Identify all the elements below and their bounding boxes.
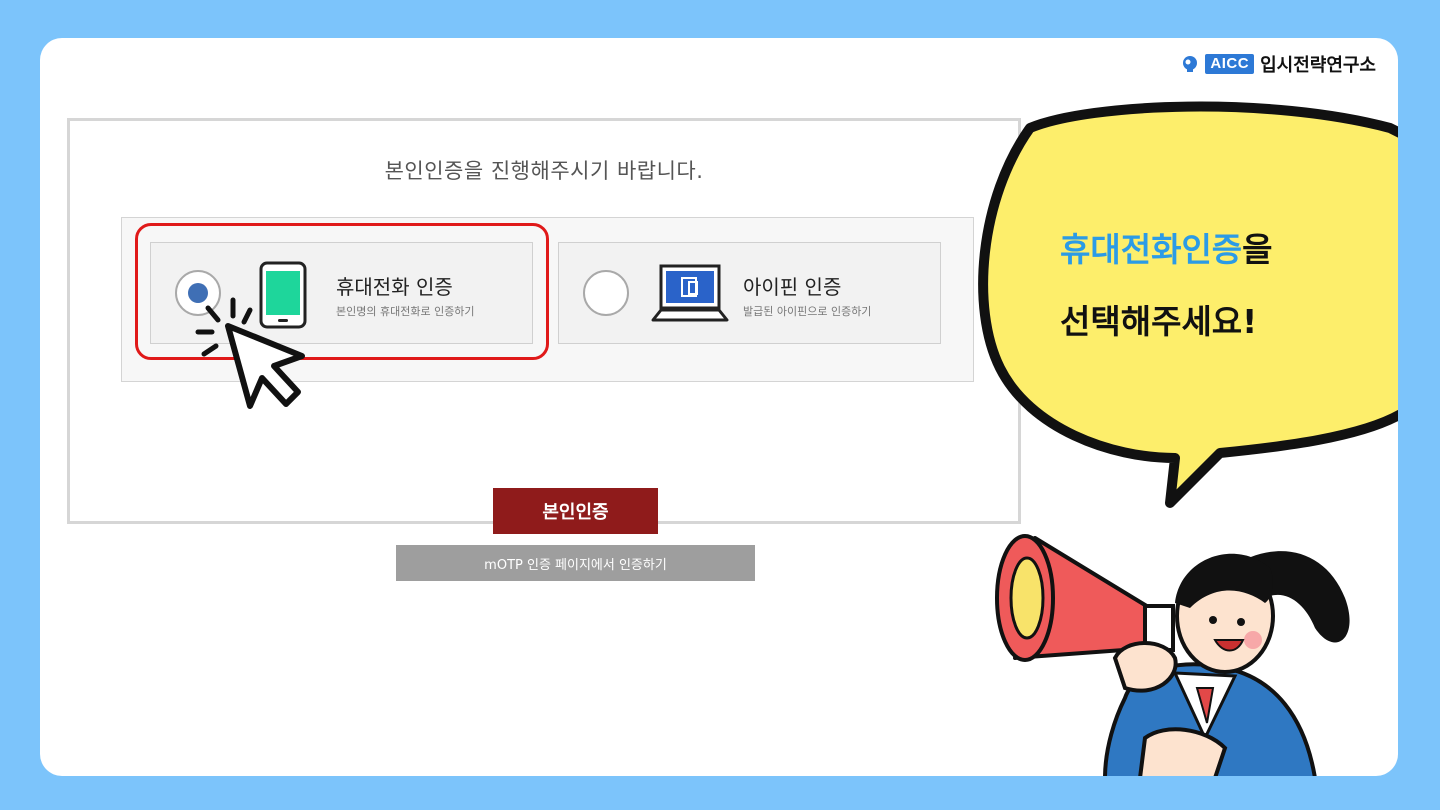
callout-text: 휴대전화인증을 선택해주세요! bbox=[1060, 214, 1390, 358]
brand-badge: AICC bbox=[1205, 54, 1255, 74]
ipin-auth-option[interactable]: 아이핀 인증 발급된 아이핀으로 인증하기 bbox=[558, 242, 941, 344]
content-card: AICC 입시전략연구소 본인인증을 진행해주시기 바랍니다. 휴대전화 인증 … bbox=[40, 38, 1398, 776]
motp-button[interactable]: mOTP 인증 페이지에서 인증하기 bbox=[396, 545, 755, 581]
ipin-auth-radio[interactable] bbox=[583, 270, 629, 316]
megaphone-girl-illustration bbox=[995, 534, 1350, 776]
verify-button[interactable]: 본인인증 bbox=[493, 488, 658, 534]
laptop-icon bbox=[651, 264, 729, 322]
click-cursor-icon bbox=[195, 297, 305, 409]
ipin-auth-desc: 발급된 아이핀으로 인증하기 bbox=[743, 305, 872, 318]
callout-line1-rest: 을 bbox=[1242, 230, 1273, 269]
callout-highlight: 휴대전화인증 bbox=[1060, 230, 1243, 269]
brand-logo: AICC 입시전략연구소 bbox=[1181, 52, 1376, 76]
callout-line2: 선택해주세요! bbox=[1060, 302, 1258, 341]
auth-panel-title: 본인인증을 진행해주시기 바랍니다. bbox=[384, 159, 704, 183]
brain-icon bbox=[1183, 56, 1198, 72]
brand-org-name: 입시전략연구소 bbox=[1260, 55, 1376, 76]
ipin-auth-name: 아이핀 인증 bbox=[743, 275, 842, 299]
